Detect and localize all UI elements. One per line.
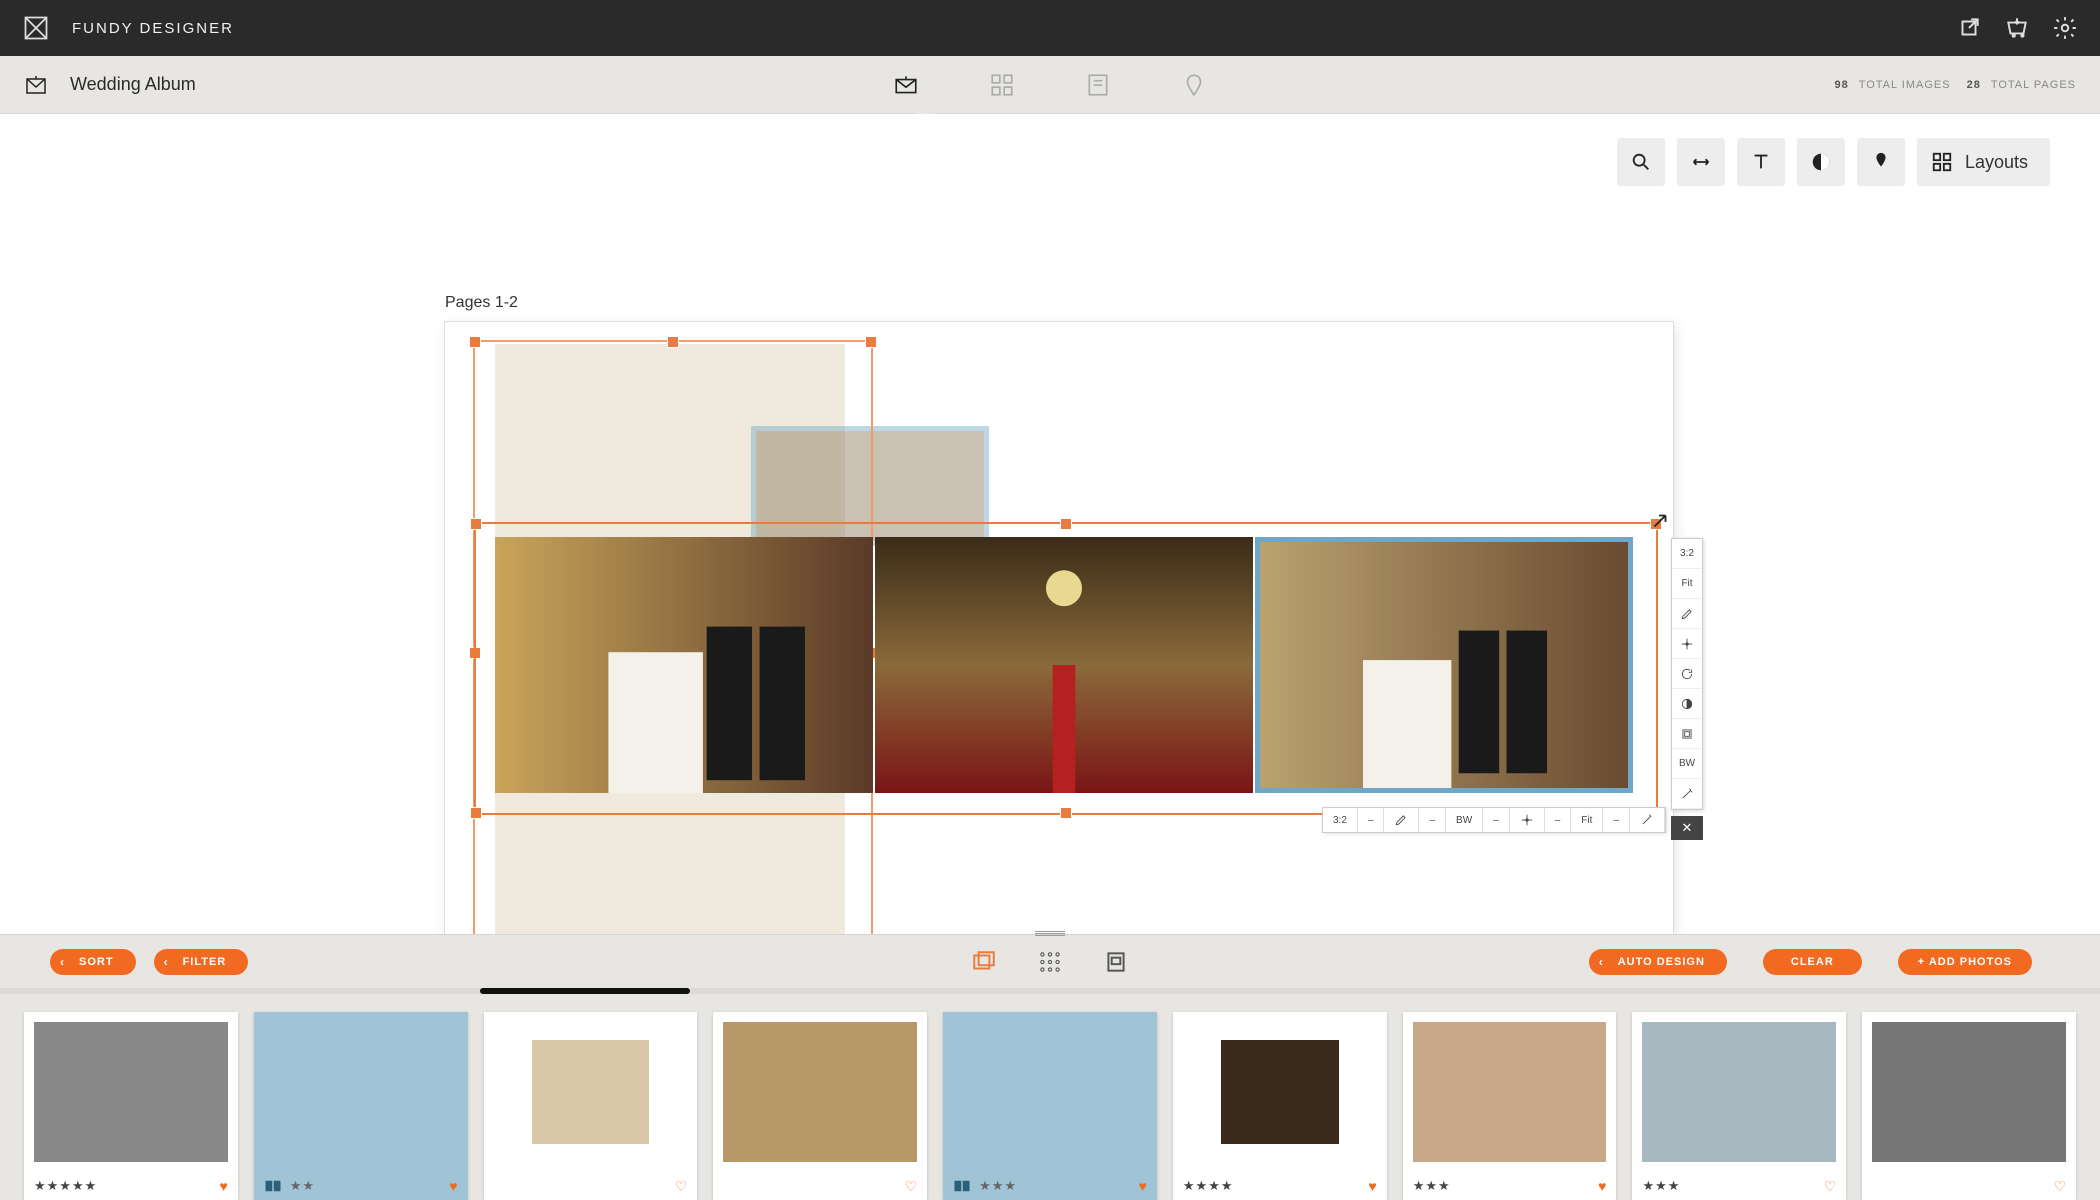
side-fit[interactable]: Fit [1672, 569, 1702, 599]
subbar: Wedding Album 98 TOTAL IMAGES 28 TOTAL P… [0, 56, 2100, 114]
bottom-center-icon[interactable] [1510, 808, 1545, 832]
total-images-label: TOTAL IMAGES [1859, 79, 1951, 91]
thumbnail-card[interactable]: ♡ [1862, 1012, 2076, 1200]
tray-grabber-icon[interactable] [1035, 931, 1065, 936]
side-frame-icon[interactable] [1672, 719, 1702, 749]
resize-button[interactable] [1677, 138, 1725, 186]
total-pages-label: TOTAL PAGES [1991, 79, 2076, 91]
favorite-heart-icon[interactable]: ♥ [219, 1178, 227, 1194]
bottom-dash3: – [1483, 808, 1510, 832]
side-ratio[interactable]: 3:2 [1672, 539, 1702, 569]
filmstrip-scrollbar[interactable] [0, 988, 2100, 994]
in-album-icon [953, 1179, 971, 1193]
side-center-icon[interactable] [1672, 629, 1702, 659]
in-album-icon [264, 1179, 282, 1193]
image-bottom-toolbar: 3:2 – – BW – – Fit – [1322, 807, 1666, 833]
rating-stars[interactable]: ★★★ [979, 1178, 1017, 1194]
clear-button[interactable]: CLEAR [1763, 949, 1862, 975]
rating-stars[interactable]: ★★★★★ [34, 1178, 97, 1194]
rating-stars[interactable]: ★★★★ [1183, 1178, 1234, 1194]
favorite-heart-icon[interactable]: ♡ [2053, 1178, 2066, 1195]
mode-grid-icon[interactable] [989, 72, 1015, 98]
thumbnail-card[interactable]: ★★★ ♥ [943, 1012, 1157, 1200]
total-pages-count: 28 [1967, 79, 1981, 91]
canvas-area: Layouts Pages 1-2 3:2 Fit BW ✕ 3:2 [0, 114, 2100, 934]
favorite-heart-icon[interactable]: ♥ [1368, 1178, 1376, 1194]
view-grid-icon[interactable] [1037, 949, 1063, 975]
thumbnail-card[interactable]: ♡ [713, 1012, 927, 1200]
project-name: Wedding Album [70, 74, 196, 95]
bottom-dash2: – [1419, 808, 1446, 832]
bottom-dash4: – [1545, 808, 1572, 832]
thumbnail-card[interactable]: ★★ ♥ [254, 1012, 468, 1200]
row-selection[interactable] [474, 522, 1658, 815]
bottom-ratio[interactable]: 3:2 [1323, 808, 1358, 832]
total-images-count: 98 [1834, 79, 1848, 91]
favorite-heart-icon[interactable]: ♡ [675, 1178, 688, 1195]
bottom-dash5: – [1603, 808, 1630, 832]
layouts-button[interactable]: Layouts [1917, 138, 2050, 186]
view-single-icon[interactable] [1103, 949, 1129, 975]
mode-switcher [893, 72, 1207, 98]
rating-stars[interactable]: ★★★ [1413, 1178, 1451, 1194]
zoom-button[interactable] [1617, 138, 1665, 186]
app-logo-icon [22, 14, 50, 42]
sort-button[interactable]: ‹SORT [50, 949, 136, 975]
pin-button[interactable] [1857, 138, 1905, 186]
view-stack-icon[interactable] [971, 949, 997, 975]
project-stats: 98 TOTAL IMAGES 28 TOTAL PAGES [1824, 79, 2076, 91]
favorite-heart-icon[interactable]: ♥ [449, 1178, 457, 1194]
album-icon [24, 73, 48, 97]
bottom-edit-icon[interactable] [1384, 808, 1419, 832]
thumbnail-card[interactable]: ★★★★ ♥ [1173, 1012, 1387, 1200]
canvas-toolbar: Layouts [1617, 138, 2050, 186]
tray-bar: ‹SORT ‹FILTER ‹AUTO DESIGN CLEAR + ADD P… [0, 934, 2100, 988]
favorite-heart-icon[interactable]: ♡ [905, 1178, 918, 1195]
mode-page-icon[interactable] [1085, 72, 1111, 98]
text-button[interactable] [1737, 138, 1785, 186]
mode-print-icon[interactable] [1181, 72, 1207, 98]
rating-stars[interactable]: ★★ [290, 1178, 315, 1194]
thumbnail-card[interactable]: ★★★★★ ♥ [24, 1012, 238, 1200]
bottom-dash1: – [1358, 808, 1385, 832]
filmstrip: ★★★★★ ♥ ★★ ♥ ♡ ♡ ★★★ ♥ ★★★★ ♥ ★★★ ♥ ★★★ … [0, 994, 2100, 1200]
auto-design-button[interactable]: ‹AUTO DESIGN [1589, 949, 1727, 975]
bottom-fit[interactable]: Fit [1571, 808, 1603, 832]
favorite-heart-icon[interactable]: ♡ [1824, 1178, 1837, 1195]
side-contrast-icon[interactable] [1672, 689, 1702, 719]
add-photos-button[interactable]: + ADD PHOTOS [1898, 949, 2032, 975]
side-close-button[interactable]: ✕ [1671, 816, 1703, 840]
filter-button[interactable]: ‹FILTER [154, 949, 249, 975]
favorite-heart-icon[interactable]: ♥ [1598, 1178, 1606, 1194]
mode-design-icon[interactable] [893, 72, 919, 98]
contrast-button[interactable] [1797, 138, 1845, 186]
side-edit-icon[interactable] [1672, 599, 1702, 629]
bottom-bw[interactable]: BW [1446, 808, 1483, 832]
bottom-wand-icon[interactable] [1630, 808, 1665, 832]
settings-icon[interactable] [2052, 15, 2078, 41]
rating-stars[interactable]: ★★★ [1642, 1178, 1680, 1194]
export-icon[interactable] [1956, 15, 1982, 41]
tray-view-modes [971, 949, 1129, 975]
favorite-heart-icon[interactable]: ♥ [1139, 1178, 1147, 1194]
thumbnail-card[interactable]: ★★★ ♡ [1632, 1012, 1846, 1200]
thumbnail-card[interactable]: ♡ [484, 1012, 698, 1200]
side-bw[interactable]: BW [1672, 749, 1702, 779]
app-name: FUNDY DESIGNER [72, 20, 234, 37]
side-rotate-icon[interactable] [1672, 659, 1702, 689]
thumbnail-card[interactable]: ★★★ ♥ [1403, 1012, 1617, 1200]
scrollbar-thumb[interactable] [480, 988, 690, 994]
layouts-label: Layouts [1965, 152, 2028, 173]
titlebar: FUNDY DESIGNER [0, 0, 2100, 56]
expand-arrow-icon[interactable] [1649, 510, 1671, 532]
cart-icon[interactable] [2004, 15, 2030, 41]
pages-label: Pages 1-2 [445, 294, 518, 312]
side-wand-icon[interactable] [1672, 779, 1702, 809]
image-side-toolbar: 3:2 Fit BW [1671, 538, 1703, 810]
